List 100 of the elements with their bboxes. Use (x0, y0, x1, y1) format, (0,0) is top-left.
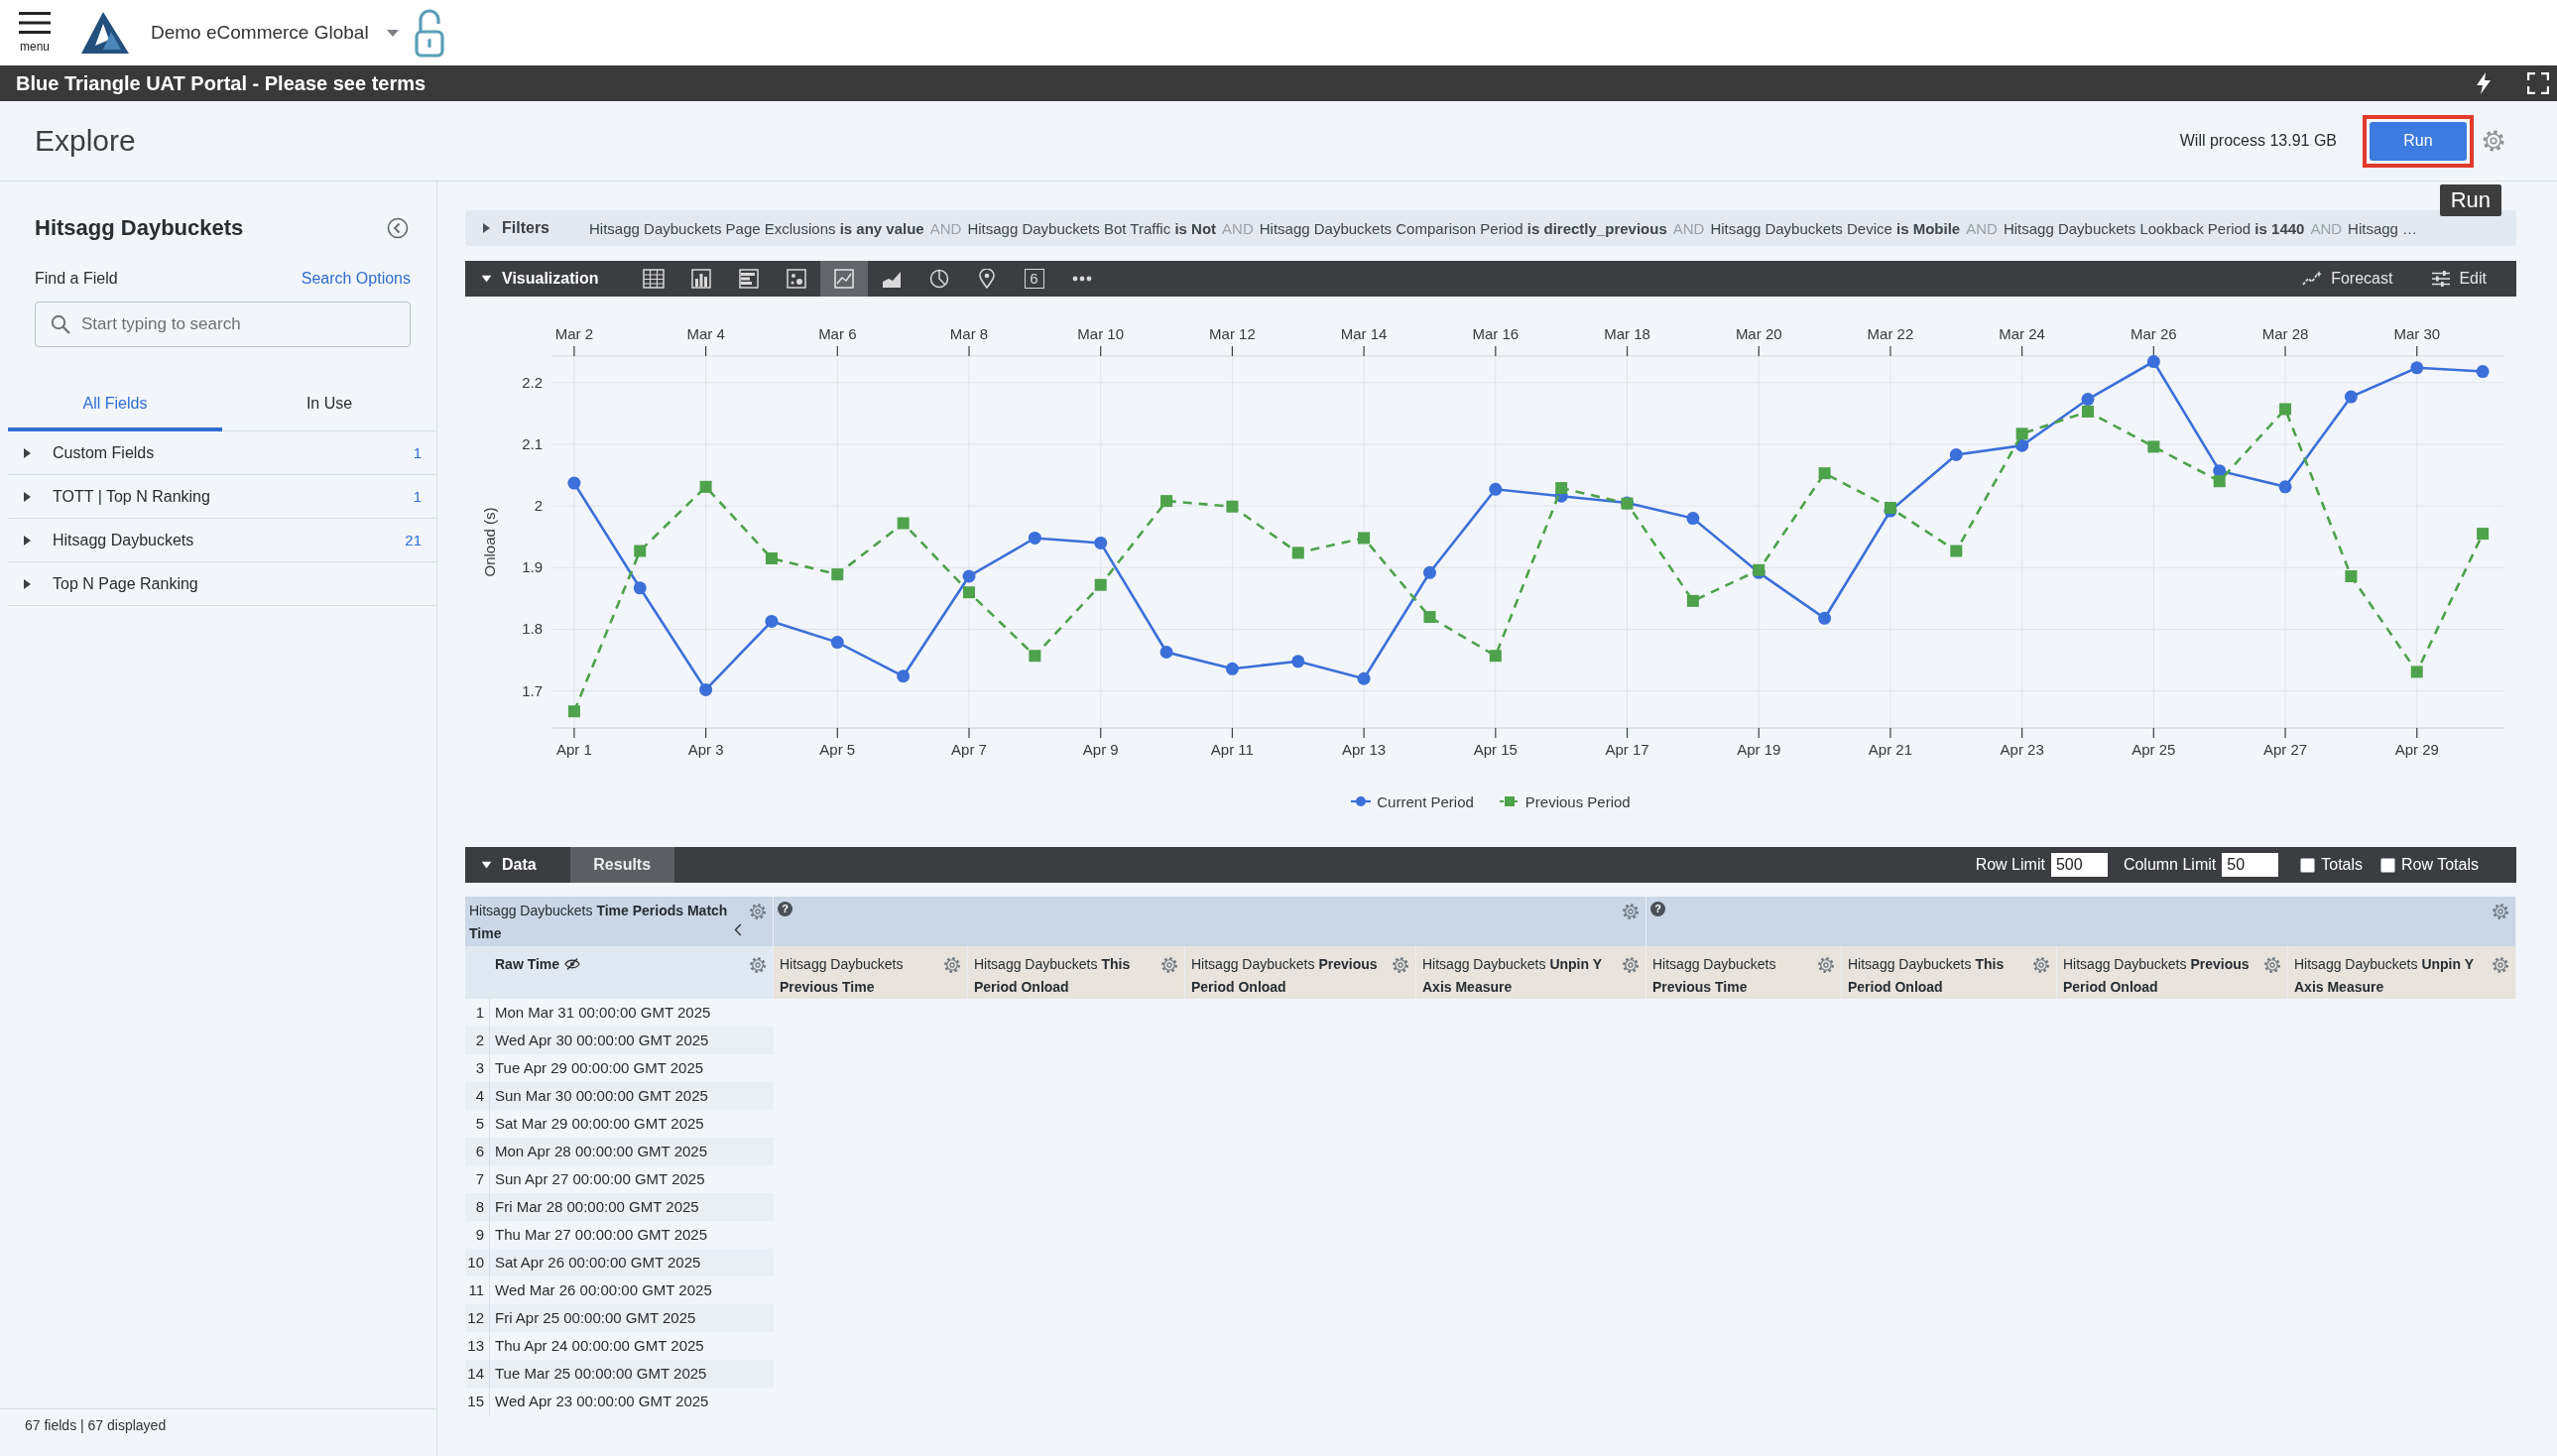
data-point (567, 476, 581, 490)
row-number: 6 (465, 1138, 490, 1165)
column-header[interactable]: Hitsagg Daybuckets Unpin Y Axis Measure (1416, 946, 1646, 999)
column-header[interactable]: Hitsagg Daybuckets Previous Period Onload (2057, 946, 2288, 999)
help-icon[interactable]: ? (1650, 902, 1665, 916)
row-limit-field[interactable]: 500 (2050, 853, 2108, 877)
data-point (1423, 611, 1436, 624)
menu-button[interactable]: menu (13, 2, 57, 63)
axis-tick-label: Mar 30 (2393, 325, 2441, 342)
column-header[interactable]: Hitsagg Daybuckets This Period Onload (968, 946, 1185, 999)
gear-icon[interactable] (1817, 956, 1835, 974)
row-number: 2 (465, 1027, 490, 1054)
gear-icon[interactable] (2263, 956, 2281, 974)
data-point (699, 682, 713, 696)
data-point (1160, 495, 1173, 508)
filter-condition: Hitsagg Daybuckets Device is Mobile (1710, 219, 1961, 237)
gear-icon[interactable] (2032, 956, 2050, 974)
table-cell: Fri Mar 28 00:00:00 GMT 2025 (490, 1193, 774, 1221)
data-point (2410, 361, 2424, 375)
field-group[interactable]: Custom Fields 1 (8, 431, 436, 475)
field-group[interactable]: Top N Page Ranking (8, 562, 436, 606)
pie-chart-icon (928, 269, 949, 289)
column-header[interactable]: Hitsagg Daybuckets Previous Period Onload (1185, 946, 1416, 999)
field-group[interactable]: TOTT | Top N Ranking 1 (8, 475, 436, 519)
column-limit-field[interactable]: 50 (2222, 853, 2279, 877)
checkbox[interactable] (2300, 857, 2316, 873)
data-point (2081, 393, 2095, 407)
filter-condition: Hitsagg Daybuckets Bot Traffic is Not (967, 219, 1217, 237)
search-field[interactable]: Start typing to search (35, 302, 411, 347)
column-title: Hitsagg Daybuckets This Period Onload (1848, 955, 2006, 997)
gear-icon[interactable] (2492, 956, 2509, 974)
gear-icon[interactable] (1392, 956, 1409, 974)
gear-icon[interactable] (749, 903, 767, 920)
gear-icon[interactable] (2492, 903, 2509, 920)
edit-button[interactable]: Edit (2432, 270, 2487, 288)
column-chart-icon (690, 269, 711, 289)
eye-slash-icon[interactable] (564, 958, 581, 970)
checkbox[interactable] (2380, 857, 2396, 873)
table-cell-text: Wed Apr 23 00:00:00 GMT 2025 (494, 1392, 710, 1411)
chart-type-button[interactable]: 6 (1010, 261, 1058, 297)
axis-tick-label: Apr 3 (687, 741, 724, 758)
data-point (765, 552, 778, 564)
and-operator: AND (1672, 219, 1705, 237)
column-header[interactable]: Raw Time (465, 946, 774, 999)
caret-icon (386, 29, 399, 37)
results-tab[interactable]: Results (569, 847, 674, 883)
data-point (1489, 650, 1502, 663)
filters-toggle[interactable]: Filters (483, 210, 549, 246)
search-options-link[interactable]: Search Options (301, 270, 411, 288)
axis-tick-label: Apr 15 (1473, 741, 1518, 758)
axis-tick-label: Apr 1 (555, 741, 592, 758)
find-field-label: Find a Field (35, 270, 118, 288)
data-point (1949, 448, 1963, 461)
data-point (1094, 578, 1107, 591)
table-cell: Sun Mar 30 00:00:00 GMT 2025 (490, 1082, 774, 1110)
table-cell: Mon Apr 28 00:00:00 GMT 2025 (490, 1138, 774, 1165)
fullscreen-icon[interactable] (2527, 72, 2549, 94)
data-point (1029, 650, 1041, 663)
data-point (2146, 355, 2160, 369)
data-point (897, 669, 911, 683)
chevron-circle-icon[interactable] (387, 217, 409, 239)
data-toggle[interactable]: Data (483, 847, 537, 883)
gear-icon[interactable] (749, 956, 767, 974)
row-number: 10 (465, 1249, 490, 1276)
axis-tick-label: Mar 14 (1340, 325, 1388, 342)
chart-type-button[interactable] (819, 261, 868, 297)
chevron-left-icon[interactable] (734, 923, 742, 936)
sidebar-tab[interactable]: In Use (222, 379, 436, 431)
run-button[interactable]: Run (2370, 121, 2467, 161)
search-icon (51, 314, 70, 334)
sidebar-tab[interactable]: All Fields (8, 379, 222, 431)
data-point (1555, 482, 1568, 495)
legend-marker-icon[interactable] (1499, 795, 1520, 807)
gear-icon[interactable] (943, 956, 961, 974)
forecast-button[interactable]: Forecast (2302, 270, 2393, 288)
trend-line-icon (2302, 271, 2323, 287)
padlock-open-icon[interactable] (414, 8, 444, 58)
data-point (2147, 440, 2160, 453)
column-header[interactable]: Hitsagg Daybuckets Unpin Y Axis Measure (2288, 946, 2516, 999)
column-header[interactable]: Hitsagg Daybuckets Previous Time (1646, 946, 1842, 999)
gear-icon[interactable] (1622, 903, 1640, 920)
account-dropdown[interactable]: Demo eCommerce Global (151, 22, 399, 44)
field-group[interactable]: Hitsagg Daybuckets 21 (8, 519, 436, 562)
column-header[interactable]: Hitsagg Daybuckets Previous Time (774, 946, 968, 999)
data-point (633, 581, 647, 595)
lightning-icon[interactable] (2476, 72, 2492, 94)
field-summary: 67 fields | 67 displayed (25, 1417, 167, 1433)
axis-tick-label: 2 (534, 497, 543, 515)
data-point (2213, 475, 2226, 488)
gear-icon[interactable] (1622, 956, 1640, 974)
column-header[interactable]: Hitsagg Daybuckets This Period Onload (1842, 946, 2057, 999)
visualization-toggle[interactable]: Visualization (483, 261, 599, 297)
settings-icon[interactable] (2482, 129, 2505, 153)
axis-tick-label: Mar 22 (1867, 325, 1914, 342)
data-point (1950, 545, 1963, 557)
triangle-logo-icon[interactable] (81, 12, 129, 54)
help-icon[interactable]: ? (778, 902, 792, 916)
gear-icon[interactable] (1160, 956, 1178, 974)
legend-marker-icon[interactable] (1351, 795, 1372, 807)
data-point (2278, 480, 2292, 494)
